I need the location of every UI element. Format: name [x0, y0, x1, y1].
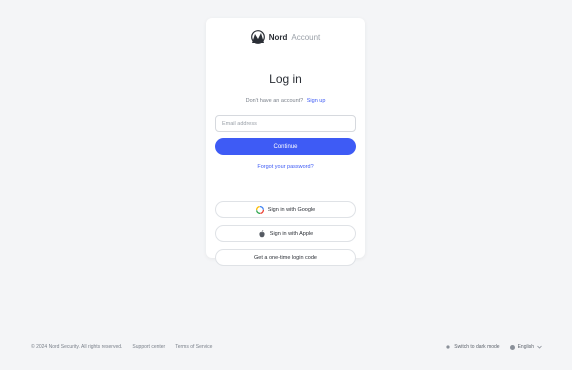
- language-label: English: [517, 344, 534, 350]
- forgot-password-link[interactable]: Forgot your password?: [206, 164, 365, 170]
- brand-header: Nord Account: [206, 30, 365, 44]
- login-code-button[interactable]: Get a one-time login code: [215, 249, 356, 266]
- globe-icon: [509, 344, 515, 350]
- brand-sub: Account: [291, 32, 321, 42]
- apple-signin-button[interactable]: Sign in with Apple: [215, 225, 356, 242]
- signup-prompt-text: Don't have an account?: [245, 98, 304, 104]
- apple-signin-label: Sign in with Apple: [269, 230, 314, 237]
- support-link[interactable]: Support center: [132, 344, 165, 350]
- login-code-label: Get a one-time login code: [254, 254, 317, 261]
- chevron-down-icon: [537, 345, 542, 349]
- theme-toggle[interactable]: Switch to dark mode: [445, 344, 500, 350]
- google-signin-label: Sign in with Google: [267, 206, 316, 213]
- google-signin-button[interactable]: Sign in with Google: [215, 201, 356, 218]
- copyright-text: © 2024 Nord Security. All rights reserve…: [31, 344, 123, 350]
- signup-prompt: Don't have an account? Sign up: [206, 98, 365, 104]
- language-select[interactable]: English: [509, 344, 542, 350]
- email-field[interactable]: [215, 115, 356, 132]
- sun-icon: [446, 345, 450, 349]
- login-card: Nord Account Log in Don't have an accoun…: [206, 18, 365, 266]
- google-icon: [255, 205, 264, 214]
- apple-icon: [259, 229, 265, 237]
- continue-button[interactable]: Continue: [215, 138, 356, 155]
- footer-links: © 2024 Nord Security. All rights reserve…: [31, 344, 212, 350]
- footer-controls: Switch to dark mode English: [445, 344, 542, 350]
- theme-toggle-label: Switch to dark mode: [454, 344, 500, 350]
- page-title: Log in: [269, 72, 302, 86]
- nord-logo-icon: [250, 30, 265, 44]
- terms-link[interactable]: Terms of Service: [175, 344, 212, 350]
- signup-link[interactable]: Sign up: [307, 98, 326, 104]
- brand-name: Nord: [268, 32, 288, 42]
